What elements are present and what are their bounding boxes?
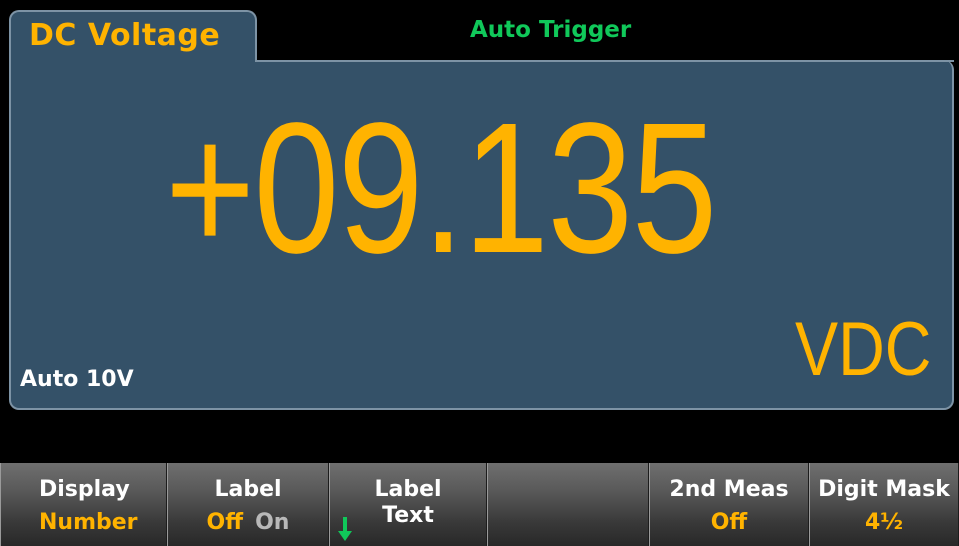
measurement-reading: +09.135 [165, 85, 717, 292]
label-off-option: Off [206, 510, 244, 535]
range-indicator: Auto 10V [20, 367, 134, 392]
softkey-blank[interactable] [487, 463, 649, 546]
softkey-digit-mask-value: 4½ [864, 510, 904, 535]
trigger-status: Auto Trigger [470, 17, 632, 43]
mode-tab-label: DC Voltage [29, 18, 221, 53]
softkey-display-value: Number [39, 510, 138, 535]
softkey-2nd-meas-label: 2nd Meas [669, 477, 789, 502]
measurement-unit: VDC [795, 307, 932, 392]
label-on-option: On [255, 510, 290, 535]
softkey-label-text-value: Text [382, 503, 434, 528]
softkey-digit-mask[interactable]: Digit Mask 4½ [809, 463, 959, 546]
softkey-label-text-title: Label [374, 477, 442, 502]
softkey-label-title: Label [214, 477, 282, 502]
softkey-2nd-meas-value: Off [710, 510, 748, 535]
softkey-digit-mask-label: Digit Mask [818, 477, 950, 502]
mode-tab[interactable]: DC Voltage [9, 10, 257, 66]
softkey-label-options: Off On [168, 510, 328, 535]
softkey-label-toggle[interactable]: Label Off On [167, 463, 329, 546]
panel-border [255, 60, 954, 62]
down-arrow-icon [338, 517, 352, 541]
softkey-label-text[interactable]: Label Text [329, 463, 487, 546]
softkey-2nd-meas[interactable]: 2nd Meas Off [649, 463, 809, 546]
multimeter-screen: DC Voltage Auto Trigger +09.135 VDC Auto… [0, 0, 959, 546]
softkey-display-label: Display [39, 477, 130, 502]
softkey-display[interactable]: Display Number [0, 463, 167, 546]
softkey-bar: Display Number Label Off On Label Text 2n… [0, 463, 959, 546]
